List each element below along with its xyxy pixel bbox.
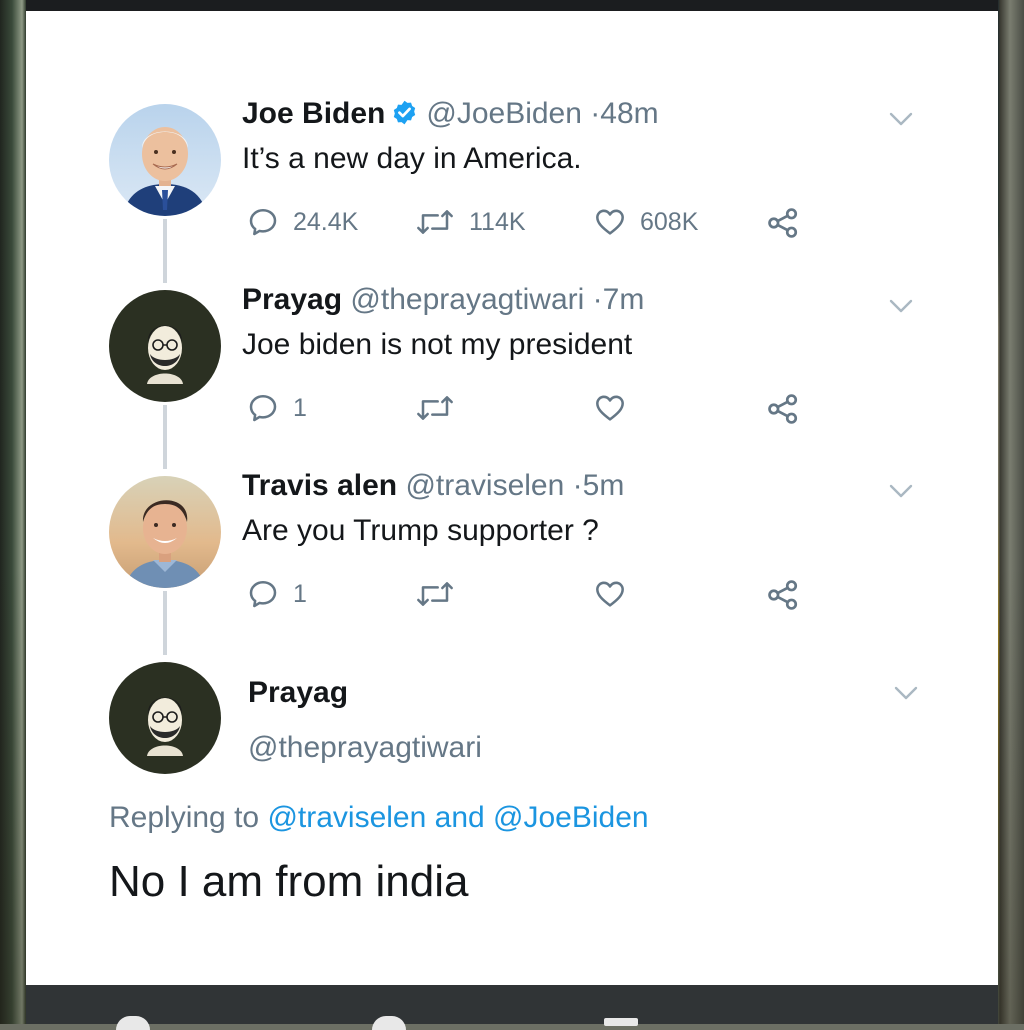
- like-icon: [594, 578, 626, 610]
- tweet-header: Prayag @theprayagtiwari ·7m: [242, 283, 644, 317]
- tweet-text: It’s a new day in America.: [242, 142, 582, 175]
- separator: ·: [590, 97, 601, 130]
- avatar[interactable]: [109, 290, 221, 402]
- timestamp[interactable]: 7m: [603, 283, 645, 316]
- status-bar: [26, 0, 998, 11]
- reply-button[interactable]: 24.4K: [247, 206, 358, 238]
- thread-line: [163, 405, 167, 469]
- mention-joiner: and: [434, 801, 485, 834]
- tweet-thread-screen: Joe Biden @JoeBiden ·48m It’s a new day i…: [26, 11, 998, 985]
- display-name[interactable]: Joe Biden: [242, 97, 385, 130]
- chevron-down-icon[interactable]: [889, 112, 913, 126]
- handle[interactable]: @theprayagtiwari: [248, 731, 482, 765]
- share-icon: [766, 578, 800, 612]
- retweet-button[interactable]: [415, 392, 455, 424]
- chevron-down-icon[interactable]: [894, 686, 918, 700]
- reply-text: No I am from india: [109, 857, 469, 906]
- timestamp[interactable]: 5m: [583, 469, 625, 502]
- reply-icon: [247, 578, 279, 610]
- share-icon: [766, 206, 800, 240]
- retweet-icon: [415, 206, 455, 238]
- reply-icon: [247, 206, 279, 238]
- share-button[interactable]: [766, 392, 800, 426]
- handle[interactable]: @theprayagtiwari: [350, 283, 584, 316]
- chevron-down-icon[interactable]: [889, 299, 913, 313]
- thread-line: [163, 591, 167, 655]
- tweet-header: Travis alen @traviselen ·5m: [242, 469, 624, 503]
- retweet-button[interactable]: [415, 578, 455, 610]
- display-name[interactable]: Travis alen: [242, 469, 397, 502]
- tweet-text: Are you Trump supporter ?: [242, 514, 599, 547]
- display-name[interactable]: Prayag: [242, 283, 342, 316]
- timestamp[interactable]: 48m: [600, 97, 658, 130]
- like-icon: [594, 206, 626, 238]
- share-button[interactable]: [766, 578, 800, 612]
- reply-button[interactable]: 1: [247, 392, 307, 424]
- handle[interactable]: @JoeBiden: [426, 97, 582, 130]
- separator: ·: [592, 283, 603, 316]
- chevron-down-icon[interactable]: [889, 484, 913, 498]
- retweet-button[interactable]: 114K: [415, 206, 526, 238]
- reply-count: 24.4K: [293, 207, 359, 236]
- avatar[interactable]: [109, 662, 221, 774]
- like-button[interactable]: 608K: [594, 206, 698, 238]
- display-name[interactable]: Prayag: [248, 676, 348, 710]
- replying-to-label: Replying to: [109, 801, 260, 834]
- tweet-text: Joe biden is not my president: [242, 328, 633, 361]
- share-button[interactable]: [766, 206, 800, 240]
- retweet-icon: [415, 392, 455, 424]
- thread-line: [163, 219, 167, 283]
- reply-count: 1: [293, 393, 307, 422]
- like-icon: [594, 392, 626, 424]
- mention-link[interactable]: @traviselen: [267, 801, 426, 834]
- verified-badge-icon: [391, 99, 418, 126]
- reply-icon: [247, 392, 279, 424]
- nav-icon[interactable]: [604, 1018, 638, 1026]
- like-count: 608K: [640, 207, 699, 236]
- reply-count: 1: [293, 579, 307, 608]
- like-button[interactable]: [594, 392, 626, 424]
- avatar[interactable]: [109, 476, 221, 588]
- retweet-icon: [415, 578, 455, 610]
- retweet-count: 114K: [469, 207, 526, 236]
- reply-button[interactable]: 1: [247, 578, 307, 610]
- replying-to-line: Replying to @traviselen and @JoeBiden: [109, 801, 649, 835]
- tweet-header: Joe Biden @JoeBiden ·48m: [242, 97, 659, 131]
- mention-link[interactable]: @JoeBiden: [493, 801, 649, 834]
- like-button[interactable]: [594, 578, 626, 610]
- handle[interactable]: @traviselen: [405, 469, 564, 502]
- share-icon: [766, 392, 800, 426]
- bottom-navigation-bar: [26, 985, 998, 1024]
- separator: ·: [572, 469, 583, 502]
- avatar[interactable]: [109, 104, 221, 216]
